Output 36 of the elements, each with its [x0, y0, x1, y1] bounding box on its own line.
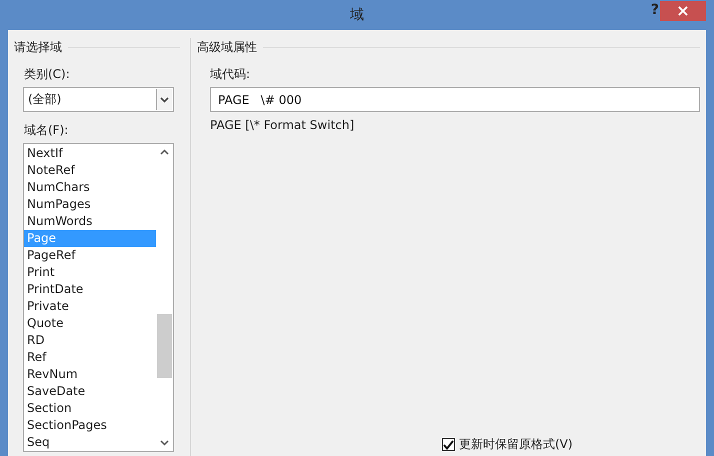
- category-dropdown[interactable]: (全部): [23, 87, 174, 112]
- scroll-up-icon[interactable]: [160, 149, 169, 155]
- field-code-input[interactable]: PAGE \# 000: [210, 87, 700, 112]
- list-item[interactable]: NumChars: [24, 179, 156, 196]
- list-item[interactable]: NoteRef: [24, 162, 156, 179]
- caret-icon: [156, 89, 172, 110]
- list-item[interactable]: Section: [24, 400, 156, 417]
- list-item[interactable]: SaveDate: [24, 383, 156, 400]
- help-button[interactable]: ?: [650, 2, 659, 18]
- window-title: 域: [350, 6, 364, 24]
- list-item[interactable]: RevNum: [24, 366, 156, 383]
- syntax-text: PAGE [\* Format Switch]: [210, 118, 356, 132]
- list-item[interactable]: SectionPages: [24, 417, 156, 434]
- checkbox-box[interactable]: [442, 438, 455, 451]
- list-item[interactable]: Quote: [24, 315, 156, 332]
- list-item[interactable]: PageRef: [24, 247, 156, 264]
- list-item[interactable]: Private: [24, 298, 156, 315]
- list-item[interactable]: NextIf: [24, 145, 156, 162]
- category-label: 类别(C):: [24, 66, 70, 83]
- list-item[interactable]: NumPages: [24, 196, 156, 213]
- preserve-format-checkbox[interactable]: 更新时保留原格式(V): [442, 436, 700, 453]
- list-item[interactable]: Ref: [24, 349, 156, 366]
- field-code-label: 域代码:: [210, 66, 250, 83]
- close-button[interactable]: ×: [660, 1, 706, 21]
- scroll-thumb[interactable]: [157, 314, 172, 378]
- field-names-list[interactable]: NextIf NoteRef NumChars NumPages NumWords Page PageRef Print PrintDate Private Quote RD Ref RevNum SaveDate Section SectionPages Seq: [23, 143, 174, 452]
- list-item[interactable]: PrintDate: [24, 281, 156, 298]
- scroll-down-icon[interactable]: [160, 440, 169, 446]
- field-names-label: 域名(F):: [24, 122, 68, 139]
- list-item[interactable]: Print: [24, 264, 156, 281]
- list-item[interactable]: NumWords: [24, 213, 156, 230]
- list-item[interactable]: Seq: [24, 434, 156, 451]
- list-item[interactable]: RD: [24, 332, 156, 349]
- group-heading: 高级域属性: [197, 38, 257, 56]
- group-heading: 请选择域: [14, 38, 62, 56]
- check-icon: [443, 440, 454, 450]
